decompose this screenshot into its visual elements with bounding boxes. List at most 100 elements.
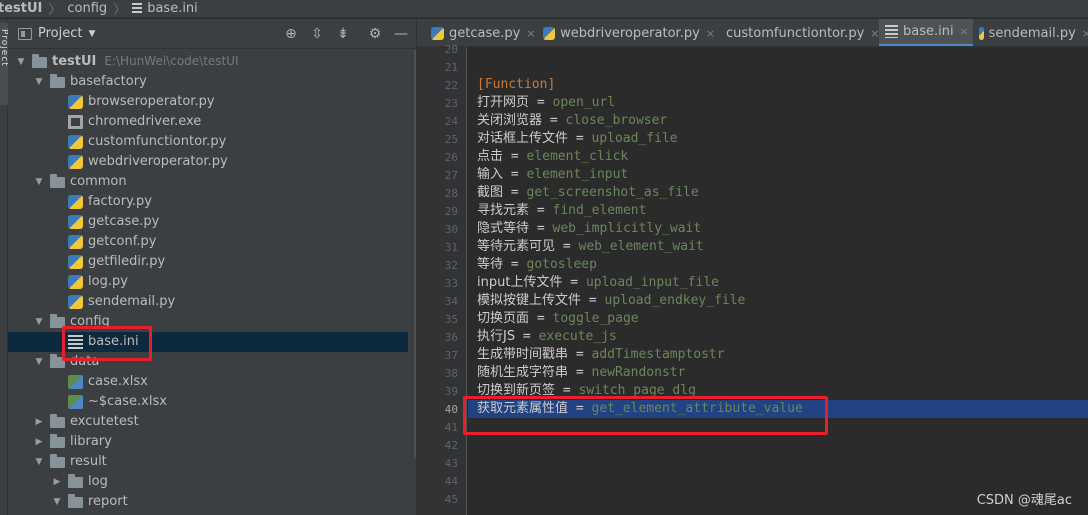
code-line-entry[interactable]: 隐式等待 = web_implicitly_wait — [468, 220, 1088, 238]
project-tree: ▼ testUI E:\HunWei\code\testUI ▼ basefactory… — [8, 49, 408, 515]
tab-webdriveroperator.py[interactable]: webdriveroperator.py × — [537, 19, 715, 46]
line-number: 25 — [444, 133, 458, 146]
close-icon[interactable]: × — [1082, 27, 1088, 40]
tree-file-getcase.py[interactable]: getcase.py — [8, 212, 408, 232]
tree-file-chromedriver.exe[interactable]: chromedriver.exe — [8, 112, 408, 132]
code-line-entry[interactable]: 点击 = element_click — [468, 148, 1088, 166]
tree-folder-library[interactable]: ▶ library — [8, 432, 408, 452]
executable-file-icon — [68, 115, 83, 129]
ini-key: 输入 — [477, 167, 504, 182]
code-line-entry[interactable]: 随机生成字符串 = newRandonstr — [468, 364, 1088, 382]
chevron-down-icon[interactable]: ▼ — [16, 52, 26, 72]
chevron-right-icon[interactable]: ▶ — [52, 472, 62, 492]
code-line-entry[interactable]: 执行JS = execute_js — [468, 328, 1088, 346]
tree-file-getfiledir.py[interactable]: getfiledir.py — [8, 252, 408, 272]
code-line-entry[interactable]: 生成带时间戳串 = addTimestamptostr — [468, 346, 1088, 364]
tab-customfunctiontor.py[interactable]: customfunctiontor.py × — [715, 19, 879, 46]
code-line-entry[interactable]: 等待元素可见 = web_element_wait — [468, 238, 1088, 256]
project-panel-title[interactable]: Project — [38, 26, 82, 41]
code-line-entry[interactable]: 等待 = gotosleep — [468, 256, 1088, 274]
close-icon[interactable]: × — [706, 27, 715, 40]
expand-all-icon[interactable]: ⇳ — [309, 26, 325, 42]
ini-key: 点击 — [477, 149, 504, 164]
python-file-icon — [68, 215, 83, 229]
code-line-entry[interactable]: input上传文件 = upload_input_file — [468, 274, 1088, 292]
chevron-right-icon[interactable]: ▶ — [34, 412, 44, 432]
tree-item-label: factory.py — [88, 194, 153, 209]
breadcrumb-folder[interactable]: config — [67, 1, 107, 16]
code-view[interactable]: [Function] 打开网页 = open_url 关闭浏览器 = close_b… — [468, 47, 1088, 515]
tree-item-label: sendemail.py — [88, 294, 176, 309]
chevron-right-icon[interactable]: ▶ — [34, 432, 44, 452]
tree-folder-common[interactable]: ▼ common — [8, 172, 408, 192]
tree-file-customfunctiontor.py[interactable]: customfunctiontor.py — [8, 132, 408, 152]
chevron-down-icon[interactable]: ▼ — [52, 492, 62, 512]
chevron-down-icon[interactable]: ▼ — [34, 72, 44, 92]
tab-label: base.ini — [903, 24, 954, 39]
tree-item-text: report — [88, 494, 128, 509]
breadcrumb-file[interactable]: base.ini — [132, 1, 198, 16]
tree-file-webdriveroperator.py[interactable]: webdriveroperator.py — [8, 152, 408, 172]
tree-file-log.py[interactable]: log.py — [8, 272, 408, 292]
collapse-all-icon[interactable]: ⇟ — [335, 26, 351, 42]
code-line-entry[interactable]: 寻找元素 = find_element — [468, 202, 1088, 220]
code-line-entry[interactable]: 关闭浏览器 = close_browser — [468, 112, 1088, 130]
tool-window-strip: Project — [0, 19, 9, 515]
ini-entry: 执行JS = execute_js — [477, 328, 617, 346]
minimize-icon[interactable]: — — [393, 26, 409, 42]
tree-folder-testUI[interactable]: ▼ testUI E:\HunWei\code\testUI — [8, 52, 408, 72]
chevron-down-icon[interactable]: ▼ — [34, 452, 44, 472]
code-line-entry[interactable]: 模拟按键上传文件 = upload_endkey_file — [468, 292, 1088, 310]
line-number: 34 — [444, 295, 458, 308]
code-line-entry[interactable]: 输入 = element_input — [468, 166, 1088, 184]
close-icon[interactable]: × — [526, 27, 535, 40]
line-number: 38 — [444, 367, 458, 380]
tree-file-factory.py[interactable]: factory.py — [8, 192, 408, 212]
folder-icon — [50, 74, 65, 88]
tab-base.ini[interactable]: base.ini × — [879, 19, 973, 46]
tree-folder-report[interactable]: ▼ report — [8, 492, 408, 512]
ini-key: 截图 — [477, 185, 504, 200]
tree-folder-basefactory[interactable]: ▼ basefactory — [8, 72, 408, 92]
ini-value: upload_file — [591, 131, 678, 146]
python-file-icon — [68, 235, 83, 249]
gear-icon[interactable]: ⚙ — [367, 26, 383, 42]
chevron-down-icon[interactable]: ▼ — [88, 29, 95, 39]
locate-target-icon[interactable]: ⊕ — [283, 26, 299, 42]
breadcrumb-root[interactable]: testUI — [0, 1, 42, 16]
tree-folder-result[interactable]: ▼ result — [8, 452, 408, 472]
line-number: 45 — [444, 493, 458, 506]
ini-entry: 关闭浏览器 = close_browser — [477, 112, 667, 130]
code-line-entry[interactable]: 对话框上传文件 = upload_file — [468, 130, 1088, 148]
ini-section-header: [Function] — [477, 77, 556, 92]
tree-file-~$case.xlsx[interactable]: ~$case.xlsx — [8, 392, 408, 412]
ini-entry: 截图 = get_screenshot_as_file — [477, 184, 699, 202]
code-line-entry[interactable]: 打开网页 = open_url — [468, 94, 1088, 112]
project-tool-window-button[interactable]: Project — [0, 23, 9, 105]
chevron-down-icon[interactable]: ▼ — [34, 172, 44, 192]
ini-entry: 点击 = element_click — [477, 148, 628, 166]
tree-item-text: chromedriver.exe — [88, 114, 201, 129]
chevron-down-icon[interactable]: ▼ — [34, 352, 44, 372]
ini-key: 等待元素可见 — [477, 239, 556, 254]
tab-label: sendemail.py — [988, 25, 1076, 41]
ini-value: toggle_page — [552, 311, 639, 326]
line-number: 35 — [444, 313, 458, 326]
excel-file-icon — [68, 395, 83, 409]
chevron-down-icon[interactable]: ▼ — [34, 312, 44, 332]
code-line-entry[interactable]: 切换页面 = toggle_page — [468, 310, 1088, 328]
line-number: 44 — [444, 475, 458, 488]
code-line-entry[interactable]: 截图 = get_screenshot_as_file — [468, 184, 1088, 202]
tree-file-browseroperator.py[interactable]: browseroperator.py — [8, 92, 408, 112]
tab-label: webdriveroperator.py — [560, 25, 700, 41]
tree-file-getconf.py[interactable]: getconf.py — [8, 232, 408, 252]
close-icon[interactable]: × — [960, 25, 969, 38]
tree-item-label: getfiledir.py — [88, 254, 166, 269]
tree-folder-log[interactable]: ▶ log — [8, 472, 408, 492]
tab-sendemail.py[interactable]: sendemail.py × — [973, 19, 1088, 46]
tree-file-case.xlsx[interactable]: case.xlsx — [8, 372, 408, 392]
breadcrumb-separator: 〉 — [113, 3, 127, 18]
tree-file-sendemail.py[interactable]: sendemail.py — [8, 292, 408, 312]
tree-folder-excutetest[interactable]: ▶ excutetest — [8, 412, 408, 432]
line-number: 42 — [444, 439, 458, 452]
